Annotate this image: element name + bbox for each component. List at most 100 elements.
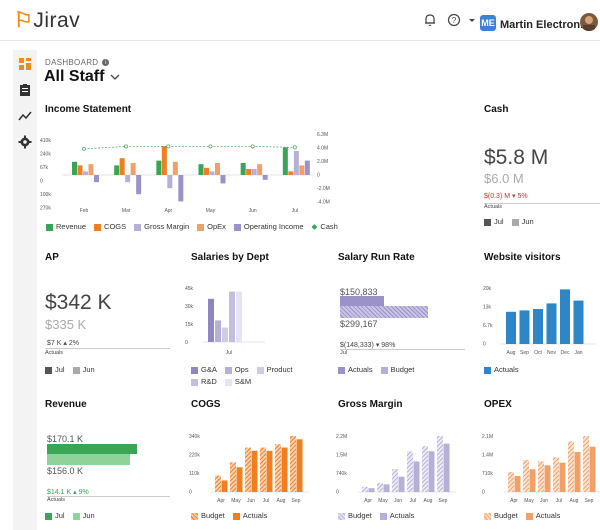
gear-icon[interactable] xyxy=(15,132,35,152)
bar-budget[interactable] xyxy=(245,447,251,492)
bar-budget[interactable] xyxy=(230,462,236,492)
bar-budget[interactable] xyxy=(583,436,589,492)
bar-budget[interactable] xyxy=(538,461,544,492)
bell-icon[interactable] xyxy=(420,10,440,30)
info-icon[interactable]: i xyxy=(102,59,110,66)
legend-jun[interactable]: Jun xyxy=(511,217,534,226)
cash-point[interactable] xyxy=(82,146,86,151)
bar-visitors[interactable] xyxy=(533,309,543,344)
salary-run-rate-actual-bar[interactable] xyxy=(340,296,384,306)
bar-operating-income[interactable] xyxy=(220,175,226,184)
bar-opex[interactable] xyxy=(88,164,94,175)
bar-opex[interactable] xyxy=(130,163,136,175)
bar-product[interactable] xyxy=(222,327,228,342)
legend-revenue[interactable]: Revenue xyxy=(46,222,86,231)
bar-gross-margin[interactable] xyxy=(125,175,131,183)
bar-operating-income[interactable] xyxy=(262,175,268,180)
bar-opex[interactable] xyxy=(299,165,305,175)
bar-gross-margin[interactable] xyxy=(293,151,299,175)
legend-sm[interactable]: S&M xyxy=(224,377,251,386)
legend-actuals[interactable]: Actuals xyxy=(379,511,414,520)
bar-revenue[interactable] xyxy=(72,161,77,175)
bar-actuals[interactable] xyxy=(296,439,303,492)
bar-cogs[interactable] xyxy=(204,167,209,175)
legend-jun[interactable]: Jun xyxy=(72,511,95,520)
bar-actuals[interactable] xyxy=(514,476,521,492)
legend-jul[interactable]: Jul xyxy=(45,511,65,520)
bar-opex[interactable] xyxy=(257,164,263,175)
legend-ops[interactable]: Ops xyxy=(224,365,249,374)
bar-cogs[interactable] xyxy=(246,169,252,175)
legend-budget[interactable]: Budget xyxy=(380,365,414,374)
help-icon[interactable]: ? xyxy=(444,10,464,30)
legend-ga[interactable]: G&A xyxy=(191,365,217,374)
bar-visitors[interactable] xyxy=(519,310,530,344)
bar-actuals[interactable] xyxy=(589,446,596,492)
bar-actuals[interactable] xyxy=(251,450,258,492)
salary-run-rate-title[interactable]: Salary Run Rate xyxy=(338,252,415,263)
cogs-title[interactable]: COGS xyxy=(191,399,220,410)
legend-jul[interactable]: Jul xyxy=(484,217,504,226)
org-badge[interactable]: ME xyxy=(480,15,496,31)
bar-budget[interactable] xyxy=(407,451,413,492)
ap-title[interactable]: AP xyxy=(45,252,59,263)
clipboard-icon[interactable] xyxy=(15,80,35,100)
dashboard-icon[interactable] xyxy=(15,54,35,74)
bar-visitors[interactable] xyxy=(506,311,516,344)
revenue-current-bar[interactable] xyxy=(47,444,137,454)
bar-actuals[interactable] xyxy=(398,476,405,492)
jirav-logo[interactable]: ⚐Jirav xyxy=(14,8,80,33)
bar-budget[interactable] xyxy=(437,436,443,492)
page-title[interactable]: All Staff xyxy=(44,68,120,86)
legend-rd[interactable]: R&D xyxy=(191,377,217,386)
bar-budget[interactable] xyxy=(215,475,221,492)
bar-operating-income[interactable] xyxy=(136,175,142,195)
bar-actuals[interactable] xyxy=(383,484,390,492)
bar-budget[interactable] xyxy=(553,457,559,492)
legend-jul[interactable]: Jul xyxy=(45,365,65,374)
bar-budget[interactable] xyxy=(275,444,281,492)
bar-budget[interactable] xyxy=(568,441,574,492)
salary-run-rate-budget-bar[interactable] xyxy=(340,306,428,318)
bar-budget[interactable] xyxy=(377,483,383,492)
legend-actuals[interactable]: Actuals xyxy=(525,511,560,520)
bar-opex[interactable] xyxy=(172,161,178,175)
salaries-title[interactable]: Salaries by Dept xyxy=(191,252,269,263)
bar-gross-margin[interactable] xyxy=(167,175,173,189)
bar-opex[interactable] xyxy=(215,163,220,175)
legend-gross-margin[interactable]: Gross Margin xyxy=(134,222,189,231)
bar-operating-income[interactable] xyxy=(178,175,184,202)
bar-ga[interactable] xyxy=(208,298,214,342)
cash-point[interactable] xyxy=(208,144,213,149)
bar-budget[interactable] xyxy=(260,447,266,492)
legend-operating-income[interactable]: Operating Income xyxy=(233,222,304,231)
chevron-down-icon[interactable] xyxy=(462,10,482,30)
legend-actuals[interactable]: Actuals xyxy=(484,365,519,374)
bar-operating-income[interactable] xyxy=(94,175,99,183)
bar-actuals[interactable] xyxy=(574,452,581,492)
bar-operating-income[interactable] xyxy=(304,160,310,175)
legend-cash[interactable]: ◆ Cash xyxy=(312,222,338,231)
bar-visitors[interactable] xyxy=(546,303,557,344)
bar-actuals[interactable] xyxy=(529,469,536,492)
bar-actuals[interactable] xyxy=(443,443,450,492)
bar-budget[interactable] xyxy=(392,469,398,492)
revenue-prior-bar[interactable] xyxy=(47,454,130,465)
bar-revenue[interactable] xyxy=(156,160,162,175)
bar-cogs[interactable] xyxy=(161,146,167,175)
bar-budget[interactable] xyxy=(290,436,296,492)
cash-line[interactable] xyxy=(83,146,295,150)
cash-point[interactable] xyxy=(292,145,297,150)
legend-product[interactable]: Product xyxy=(256,365,292,374)
bar-gross-margin[interactable] xyxy=(209,171,215,175)
legend-cogs[interactable]: COGS xyxy=(94,222,126,231)
bar-actuals[interactable] xyxy=(428,451,435,492)
bar-actuals[interactable] xyxy=(368,488,375,492)
bar-actuals[interactable] xyxy=(544,465,551,492)
chevron-down-icon[interactable] xyxy=(110,73,120,81)
legend-actuals[interactable]: Actuals xyxy=(338,365,373,374)
income-statement-title[interactable]: Income Statement xyxy=(45,104,131,115)
bar-budget[interactable] xyxy=(508,472,514,492)
bar-cogs[interactable] xyxy=(77,165,83,175)
legend-jun[interactable]: Jun xyxy=(72,365,95,374)
